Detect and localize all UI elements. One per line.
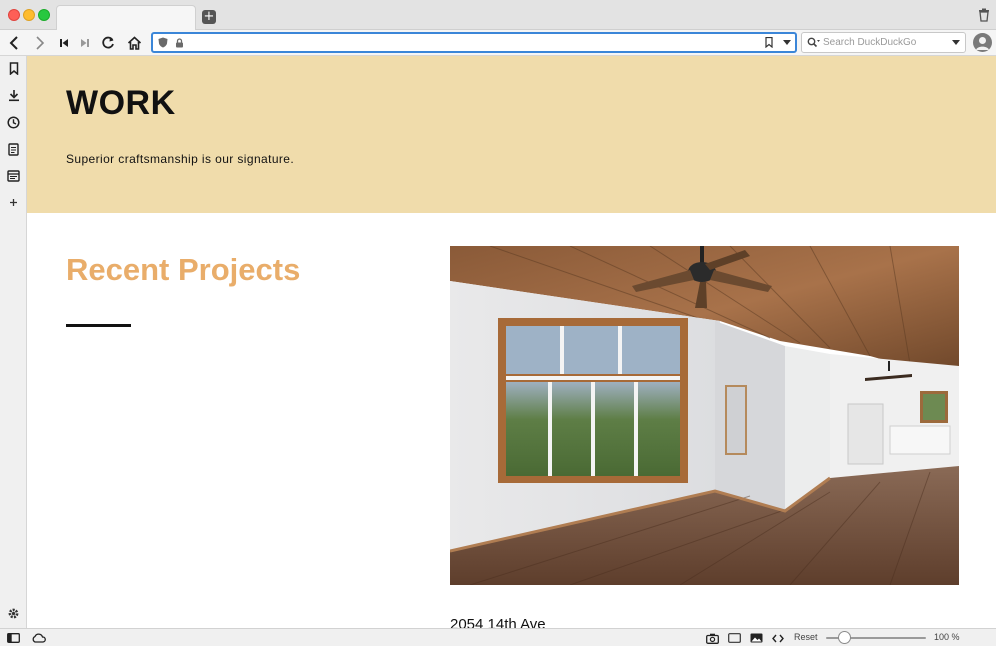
project-photo[interactable]	[450, 246, 959, 585]
tiling-button[interactable]	[727, 631, 741, 645]
browser-window: + Search DuckDuckGo WORK Superior crafts…	[0, 0, 996, 646]
capture-icon	[705, 633, 719, 644]
status-bar: Reset 100 %	[0, 628, 996, 646]
add-panel-icon	[10, 199, 17, 206]
sync-button[interactable]	[30, 631, 46, 645]
window-panel-button[interactable]	[5, 167, 22, 184]
page-title: WORK	[66, 84, 176, 122]
navigation-toolbar: Search DuckDuckGo	[0, 30, 996, 56]
section-heading: Recent Projects	[66, 252, 301, 287]
web-page: WORK Superior craftsmanship is our signa…	[27, 56, 996, 628]
settings-button[interactable]	[5, 605, 22, 622]
capture-button[interactable]	[705, 631, 719, 645]
downloads-icon	[8, 90, 19, 102]
search-icon	[807, 37, 820, 48]
bookmarks-icon	[9, 62, 18, 75]
downloads-panel-button[interactable]	[5, 87, 22, 104]
home-button[interactable]	[125, 34, 143, 52]
history-panel-button[interactable]	[5, 114, 22, 131]
page-actions-icon	[772, 634, 784, 642]
tiling-icon	[727, 633, 741, 643]
new-tab-button[interactable]: +	[202, 10, 216, 24]
back-button[interactable]	[5, 34, 23, 52]
zoom-window-button[interactable]	[38, 9, 50, 21]
address-bar[interactable]	[151, 32, 797, 53]
search-field[interactable]: Search DuckDuckGo	[801, 32, 966, 53]
back-icon	[9, 36, 18, 50]
rewind-icon	[60, 39, 68, 47]
search-placeholder: Search DuckDuckGo	[823, 37, 917, 48]
sync-cloud-icon	[32, 633, 46, 643]
notes-panel-button[interactable]	[5, 141, 22, 158]
tab-bar: +	[0, 0, 996, 31]
dropdown-arrow-icon[interactable]	[783, 40, 791, 45]
profile-avatar[interactable]	[973, 33, 992, 52]
home-icon	[127, 36, 141, 50]
images-toggle-button[interactable]	[749, 631, 763, 645]
trash-icon[interactable]	[978, 8, 990, 22]
window-icon	[7, 169, 20, 182]
images-icon	[750, 633, 762, 643]
zoom-reset-button[interactable]: Reset	[794, 632, 818, 642]
active-tab[interactable]	[56, 5, 196, 31]
rewind-button[interactable]	[55, 34, 73, 52]
side-panel	[0, 56, 27, 628]
minimize-window-button[interactable]	[23, 9, 35, 21]
fast-forward-icon	[81, 39, 89, 47]
page-subtitle: Superior craftsmanship is our signature.	[66, 152, 295, 166]
zoom-level: 100 %	[934, 632, 960, 642]
reload-icon	[102, 36, 114, 49]
fast-forward-button[interactable]	[76, 34, 94, 52]
history-icon	[7, 116, 20, 129]
interior-photo-illustration	[450, 246, 959, 585]
lock-icon	[176, 38, 183, 48]
close-window-button[interactable]	[8, 9, 20, 21]
panel-toggle-icon	[6, 633, 20, 643]
heading-divider	[66, 324, 131, 327]
bookmarks-panel-button[interactable]	[5, 60, 22, 77]
page-actions-button[interactable]	[771, 631, 785, 645]
zoom-slider-thumb[interactable]	[838, 631, 851, 644]
forward-button[interactable]	[31, 34, 49, 52]
shield-icon	[158, 37, 168, 48]
bookmark-page-icon[interactable]	[765, 37, 773, 48]
settings-icon	[8, 608, 19, 619]
panel-toggle-button[interactable]	[6, 631, 20, 645]
forward-icon	[36, 36, 45, 50]
project-title[interactable]: 2054 14th Ave	[450, 616, 546, 628]
reload-button[interactable]	[99, 34, 117, 52]
notes-icon	[8, 143, 19, 156]
hero-banner: WORK Superior craftsmanship is our signa…	[27, 56, 996, 213]
search-engine-dropdown-icon[interactable]	[952, 40, 960, 45]
add-web-panel-button[interactable]	[5, 194, 22, 211]
user-icon	[976, 37, 989, 50]
